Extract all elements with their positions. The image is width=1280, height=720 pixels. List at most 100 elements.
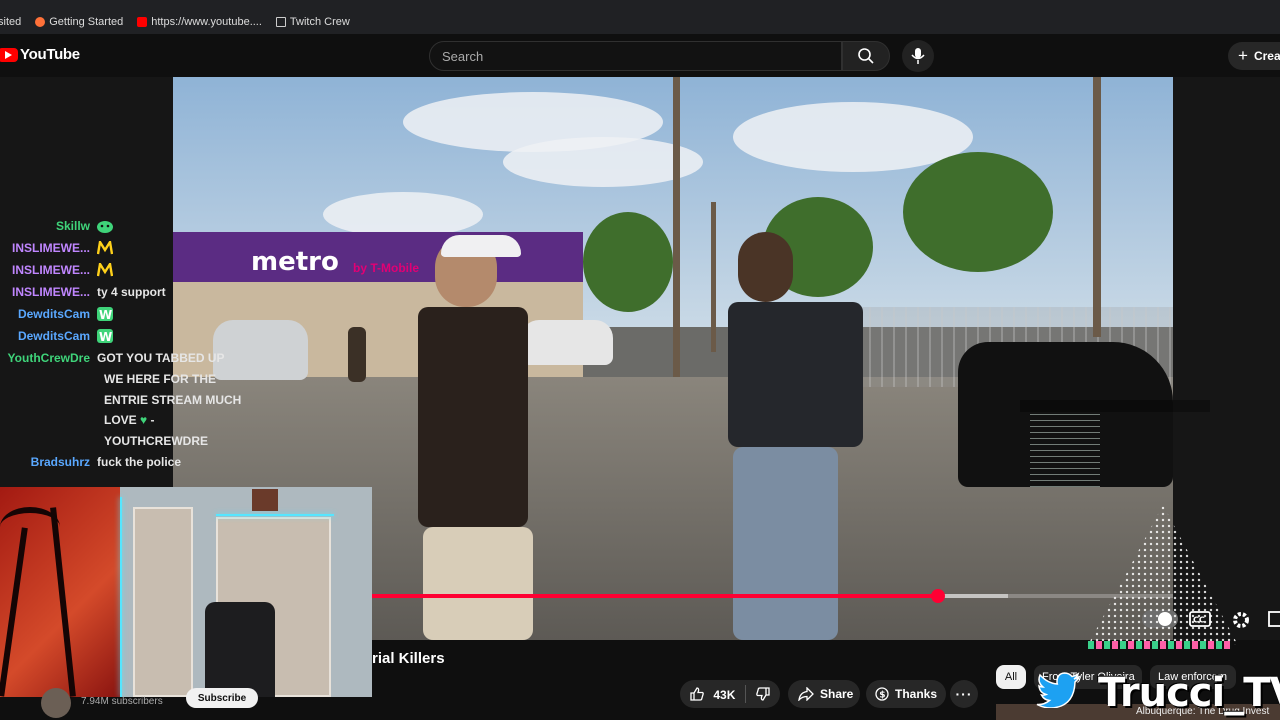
stream-chat-overlay: Skillw INSLIMEWE... INSLIMEWE... INSLIME… <box>0 215 260 473</box>
more-actions-button[interactable]: ··· <box>950 680 978 708</box>
svg-text:W: W <box>99 330 112 343</box>
search-icon <box>858 48 874 64</box>
video-person-cap <box>441 235 521 257</box>
microphone-icon <box>911 48 925 64</box>
youtube-favicon-icon <box>137 17 148 27</box>
share-icon <box>798 687 814 701</box>
video-utility-pole <box>673 77 680 377</box>
twitter-bird-icon <box>1036 672 1080 708</box>
chat-text-continued-line: LOVE ♥ - <box>0 410 260 431</box>
thanks-button[interactable]: $ Thanks <box>866 680 946 708</box>
youtube-header: YouTube Search + Crea <box>0 34 1280 77</box>
video-bystander <box>348 327 366 382</box>
share-button[interactable]: Share <box>788 680 860 708</box>
like-button[interactable]: 43K <box>690 686 736 702</box>
store-sign-text: metro <box>251 247 339 277</box>
video-officer <box>728 302 863 447</box>
chat-message: INSLIMEWE... <box>0 259 260 281</box>
video-officer-head <box>738 232 793 302</box>
svg-text:W: W <box>99 308 112 321</box>
green-heart-icon: ♥ <box>140 413 148 427</box>
miniplayer-button[interactable] <box>1266 609 1280 629</box>
w-emote-icon: W <box>97 329 113 343</box>
chat-text-continued: ENTRIE STREAM MUCH <box>104 392 242 407</box>
video-person-left-legs <box>423 527 533 640</box>
video-title: rial Killers <box>372 650 445 667</box>
browser-url-bar[interactable] <box>0 0 1280 10</box>
chat-username: INSLIMEWE... <box>12 263 90 277</box>
chat-message: Bradsuhrz fuck the police <box>0 451 260 473</box>
webcam-palm-leaves <box>0 507 60 547</box>
chat-message: YouthCrewDre GOT YOU TABBED UP <box>0 347 260 369</box>
chat-text: ty 4 support <box>97 285 166 299</box>
bookmark-label: sited <box>0 16 22 28</box>
chat-username: Skillw <box>55 219 90 233</box>
chat-text-continued: LOVE <box>104 413 137 427</box>
chat-message: DewditsCam W <box>0 303 260 325</box>
subscribe-button[interactable]: Subscribe <box>186 688 258 708</box>
chat-message: INSLIMEWE... ty 4 support <box>0 281 260 303</box>
chat-username: YouthCrewDre <box>7 351 90 365</box>
bookmark-label: https://www.youtube.... <box>151 16 262 28</box>
chat-text: GOT YOU TABBED UP <box>97 351 225 365</box>
bookmark-youtube[interactable]: https://www.youtube.... <box>137 16 262 28</box>
create-label: Crea <box>1253 49 1280 63</box>
chat-username: INSLIMEWE... <box>12 285 90 299</box>
logo-text: YouTube <box>20 46 80 63</box>
video-tree <box>583 212 673 312</box>
thanks-icon: $ <box>875 687 889 701</box>
thanks-label: Thanks <box>895 687 938 701</box>
bookmark-label: Twitch Crew <box>289 16 350 28</box>
bookmark-item[interactable]: sited <box>0 16 21 28</box>
webcam-chair <box>205 602 275 697</box>
search-button[interactable] <box>842 41 890 71</box>
green-emote-icon <box>97 221 113 233</box>
settings-button[interactable] <box>1228 607 1254 633</box>
chip-all[interactable]: All <box>996 665 1026 689</box>
miniplayer-icon <box>1268 611 1280 627</box>
svg-text:$: $ <box>879 691 885 701</box>
channel-avatar[interactable] <box>41 688 71 718</box>
search-input[interactable]: Search <box>429 41 842 71</box>
thumbs-down-icon <box>756 686 771 701</box>
like-dislike-group: 43K <box>680 680 780 708</box>
chat-message: INSLIMEWE... <box>0 237 260 259</box>
like-divider <box>745 685 747 703</box>
yellow-emote-icon <box>97 263 113 277</box>
yellow-emote-icon <box>97 241 113 255</box>
create-button[interactable]: + Crea <box>1228 42 1280 70</box>
chat-message: DewditsCam W <box>0 325 260 347</box>
webcam-led-strip <box>120 497 122 697</box>
webcam-led-strip <box>216 514 334 516</box>
dislike-button[interactable] <box>756 686 771 702</box>
chat-text-continued: - <box>150 413 155 427</box>
subscribe-label: Subscribe <box>197 692 247 704</box>
chat-username: DewditsCam <box>17 329 90 343</box>
youtube-play-icon <box>0 47 18 62</box>
video-utility-pole <box>1093 77 1101 337</box>
plus-icon: + <box>1238 46 1248 65</box>
chat-username: DewditsCam <box>17 307 90 321</box>
chat-username: Bradsuhrz <box>30 455 90 469</box>
thumbs-up-icon <box>690 686 704 701</box>
scoreboard-rows <box>1030 414 1100 488</box>
stream-scoreboard-overlay <box>1020 400 1215 490</box>
video-tree <box>903 152 1053 272</box>
chat-message: Skillw <box>0 215 260 237</box>
chat-text: fuck the police <box>97 455 182 469</box>
video-officer-legs <box>733 447 838 640</box>
youtube-logo[interactable]: YouTube <box>0 46 80 63</box>
bookmark-getting-started[interactable]: Getting Started <box>35 16 123 28</box>
bookmarks-bar: sited Getting Started https://www.youtub… <box>0 10 1280 34</box>
streamer-webcam <box>0 487 372 697</box>
video-car <box>521 320 613 365</box>
subscriber-count: 7.94M subscribers <box>81 696 163 707</box>
stream-equalizer-overlay <box>1088 641 1232 649</box>
bookmark-twitch-crew[interactable]: Twitch Crew <box>275 16 350 28</box>
w-emote-icon: W <box>97 307 113 321</box>
webcam-wall-frame <box>252 489 278 511</box>
search-placeholder: Search <box>442 48 484 64</box>
voice-search-button[interactable] <box>902 40 934 72</box>
progress-scrubber[interactable] <box>931 589 945 603</box>
like-count: 43K <box>713 687 736 702</box>
